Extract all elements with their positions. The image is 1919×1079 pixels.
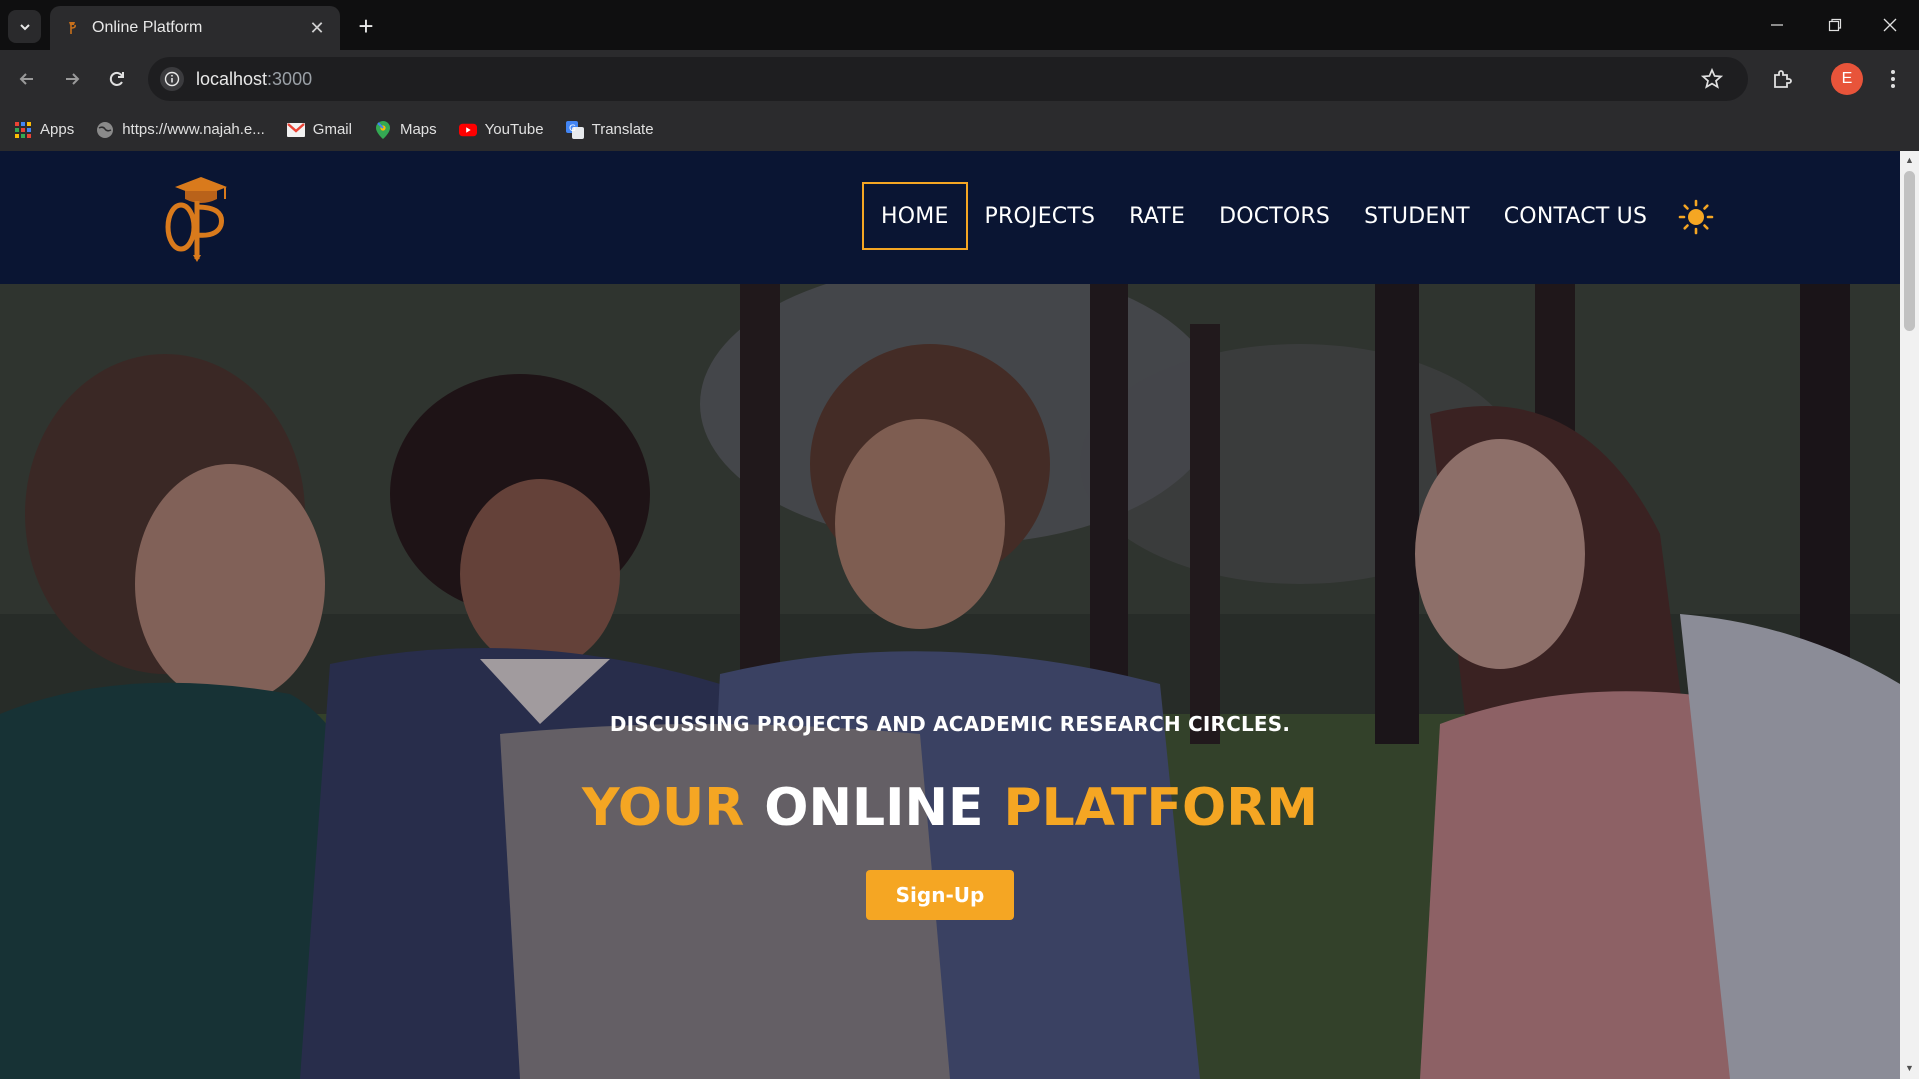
minimize-icon (1771, 24, 1783, 26)
nav-contact-us[interactable]: CONTACT US (1487, 182, 1664, 250)
nav-student[interactable]: STUDENT (1347, 182, 1487, 250)
scroll-down-arrow-icon[interactable]: ▼ (1904, 1063, 1915, 1073)
nav-doctors[interactable]: DOCTORS (1202, 182, 1347, 250)
hero-subtitle: DISCUSSING PROJECTS AND ACADEMIC RESEARC… (609, 712, 1291, 736)
url-port: :3000 (267, 69, 313, 89)
reload-icon (109, 71, 124, 86)
arrow-left-icon (19, 73, 33, 85)
tab-close-icon[interactable]: ✕ (306, 17, 328, 39)
nav-home[interactable]: HOME (862, 182, 968, 250)
hero-dark-overlay (0, 284, 1900, 1079)
bookmark-maps[interactable]: Maps (374, 120, 437, 139)
site-info-icon[interactable] (160, 67, 184, 91)
site-navbar: HOME PROJECTS RATE DOCTORS STUDENT CONTA… (0, 151, 1900, 284)
page-scrollbar[interactable]: ▲ ▼ (1900, 151, 1919, 1079)
apps-grid-icon (14, 121, 32, 139)
bookmark-najah[interactable]: https://www.najah.e... (96, 121, 265, 139)
bookmark-label: Maps (399, 121, 437, 138)
globe-icon (96, 121, 114, 139)
browser-tabstrip: Online Platform ✕ + (0, 0, 1919, 50)
hero-title: YOUR ONLINE PLATFORM (0, 778, 1900, 838)
forward-button[interactable] (55, 62, 89, 96)
translate-icon: G (565, 120, 584, 139)
bookmark-star-icon[interactable] (1700, 67, 1724, 91)
puzzle-piece-icon (1774, 70, 1792, 88)
gmail-icon (286, 121, 305, 139)
maps-pin-icon (374, 120, 392, 139)
bookmark-label: YouTube (484, 121, 544, 138)
main-navigation: HOME PROJECTS RATE DOCTORS STUDENT CONTA… (862, 182, 1664, 250)
tab-search-button[interactable] (8, 10, 41, 43)
tab-title: Online Platform (92, 19, 203, 36)
chevron-down-icon (19, 23, 30, 30)
page-viewport: HOME PROJECTS RATE DOCTORS STUDENT CONTA… (0, 151, 1900, 1079)
bookmark-label: https://www.najah.e... (122, 121, 265, 138)
site-favicon-icon (69, 22, 76, 34)
more-vertical-icon (1891, 70, 1895, 88)
close-icon (1883, 18, 1897, 32)
youtube-icon (458, 121, 477, 139)
browser-menu-button[interactable] (1878, 62, 1908, 96)
signup-button[interactable]: Sign-Up (866, 870, 1014, 920)
bookmark-translate[interactable]: G Translate (565, 120, 654, 139)
scroll-up-arrow-icon[interactable]: ▲ (1904, 155, 1915, 165)
address-bar[interactable]: localhost:3000 (148, 57, 1748, 101)
url-host: localhost (196, 69, 268, 89)
sun-icon[interactable] (1678, 199, 1714, 235)
bookmark-apps[interactable]: Apps (14, 121, 74, 139)
bookmarks-bar: Apps https://www.najah.e... Gmail Maps Y… (0, 108, 1919, 151)
arrow-right-icon (66, 73, 80, 85)
restore-button[interactable] (1806, 0, 1864, 50)
hero-title-word-your: YOUR (582, 778, 745, 838)
hero-section: DISCUSSING PROJECTS AND ACADEMIC RESEARC… (0, 284, 1900, 1079)
scrollbar-thumb[interactable] (1904, 171, 1915, 331)
browser-tab[interactable]: Online Platform ✕ (50, 6, 340, 50)
browser-toolbar: localhost:3000 E (0, 50, 1919, 108)
hero-title-word-online: ONLINE (764, 778, 984, 838)
reload-button[interactable] (100, 62, 134, 96)
extensions-button[interactable] (1765, 62, 1799, 96)
bookmark-label: Gmail (312, 121, 352, 138)
svg-text:G: G (569, 124, 576, 134)
close-window-button[interactable] (1861, 0, 1919, 50)
minimize-button[interactable] (1748, 0, 1806, 50)
bookmark-youtube[interactable]: YouTube (458, 121, 544, 139)
bookmark-label: Apps (40, 121, 75, 138)
graduation-cap-logo-icon[interactable] (163, 173, 233, 263)
url-text[interactable]: localhost:3000 (196, 69, 312, 90)
bookmark-label: Translate (591, 121, 654, 138)
hero-title-word-platform: PLATFORM (1003, 778, 1318, 838)
profile-avatar[interactable]: E (1831, 63, 1863, 95)
restore-icon (1828, 18, 1842, 32)
back-button[interactable] (10, 62, 44, 96)
new-tab-button[interactable]: + (352, 11, 380, 41)
bookmark-gmail[interactable]: Gmail (286, 121, 352, 139)
nav-rate[interactable]: RATE (1112, 182, 1202, 250)
nav-projects[interactable]: PROJECTS (968, 182, 1113, 250)
